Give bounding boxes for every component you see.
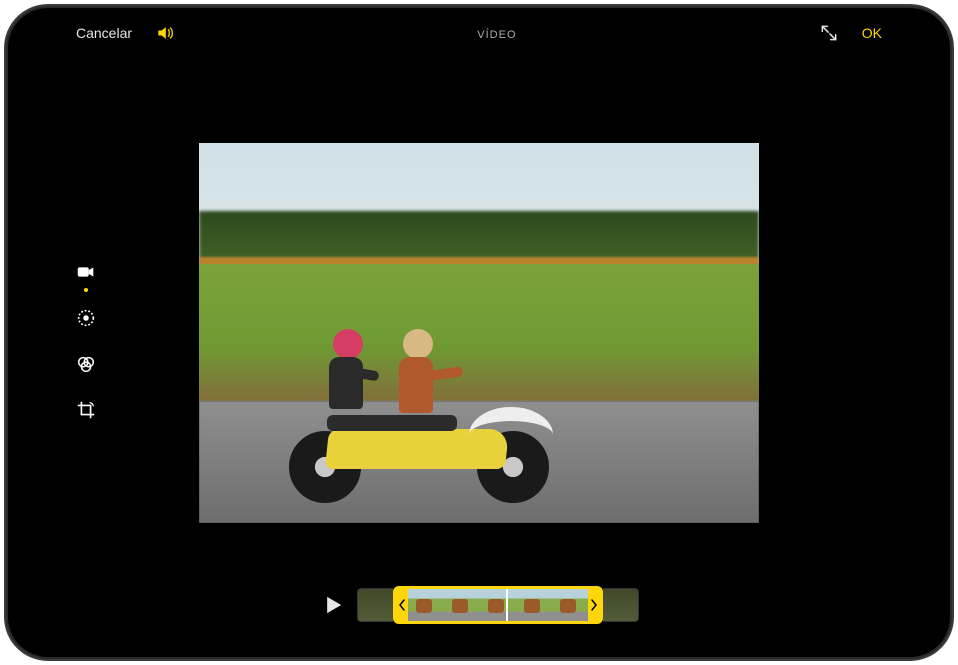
video-preview[interactable] (199, 143, 759, 523)
preview-passenger (319, 329, 373, 429)
video-preview-area (64, 48, 894, 647)
crop-icon (75, 399, 97, 421)
playhead[interactable] (506, 586, 508, 624)
video-icon (75, 261, 97, 283)
timeline-thumb (444, 589, 480, 621)
done-button[interactable]: OK (856, 21, 888, 45)
adjust-icon (75, 307, 97, 329)
edit-tool-strip (72, 258, 100, 424)
timeline-bar (64, 583, 894, 627)
play-icon (319, 591, 347, 619)
chevron-left-icon (399, 599, 405, 611)
timeline-thumb (480, 589, 516, 621)
trim-handle-right[interactable] (588, 589, 600, 621)
timeline-thumb (408, 589, 444, 621)
filters-icon (75, 353, 97, 375)
top-bar-center: VÍDEO (176, 25, 818, 41)
volume-icon (155, 23, 175, 43)
chevron-right-icon (591, 599, 597, 611)
play-button[interactable] (319, 591, 347, 619)
top-bar-right: OK (818, 21, 888, 45)
tool-crop[interactable] (72, 396, 100, 424)
preview-fender (469, 407, 553, 447)
timeline-outside-thumb (357, 588, 393, 622)
tool-adjust[interactable] (72, 304, 100, 332)
volume-button[interactable] (154, 22, 176, 44)
fullscreen-button[interactable] (818, 22, 840, 44)
preview-riders (289, 303, 549, 503)
tool-filters[interactable] (72, 350, 100, 378)
trim-selection (393, 586, 603, 624)
ipad-frame: Cancelar VÍDEO (8, 8, 950, 657)
expand-icon (819, 23, 839, 43)
top-bar: Cancelar VÍDEO (64, 18, 894, 48)
top-bar-left: Cancelar (70, 21, 176, 45)
timeline-thumb (552, 589, 588, 621)
timeline-outside-thumb (603, 588, 639, 622)
tool-video[interactable] (72, 258, 100, 286)
timeline-thumb (516, 589, 552, 621)
page-title: VÍDEO (477, 29, 516, 41)
cancel-button[interactable]: Cancelar (70, 21, 138, 45)
preview-driver (389, 329, 443, 429)
trim-handle-left[interactable] (396, 589, 408, 621)
screen: Cancelar VÍDEO (64, 18, 894, 647)
timeline[interactable] (357, 588, 639, 622)
active-indicator (84, 288, 88, 292)
